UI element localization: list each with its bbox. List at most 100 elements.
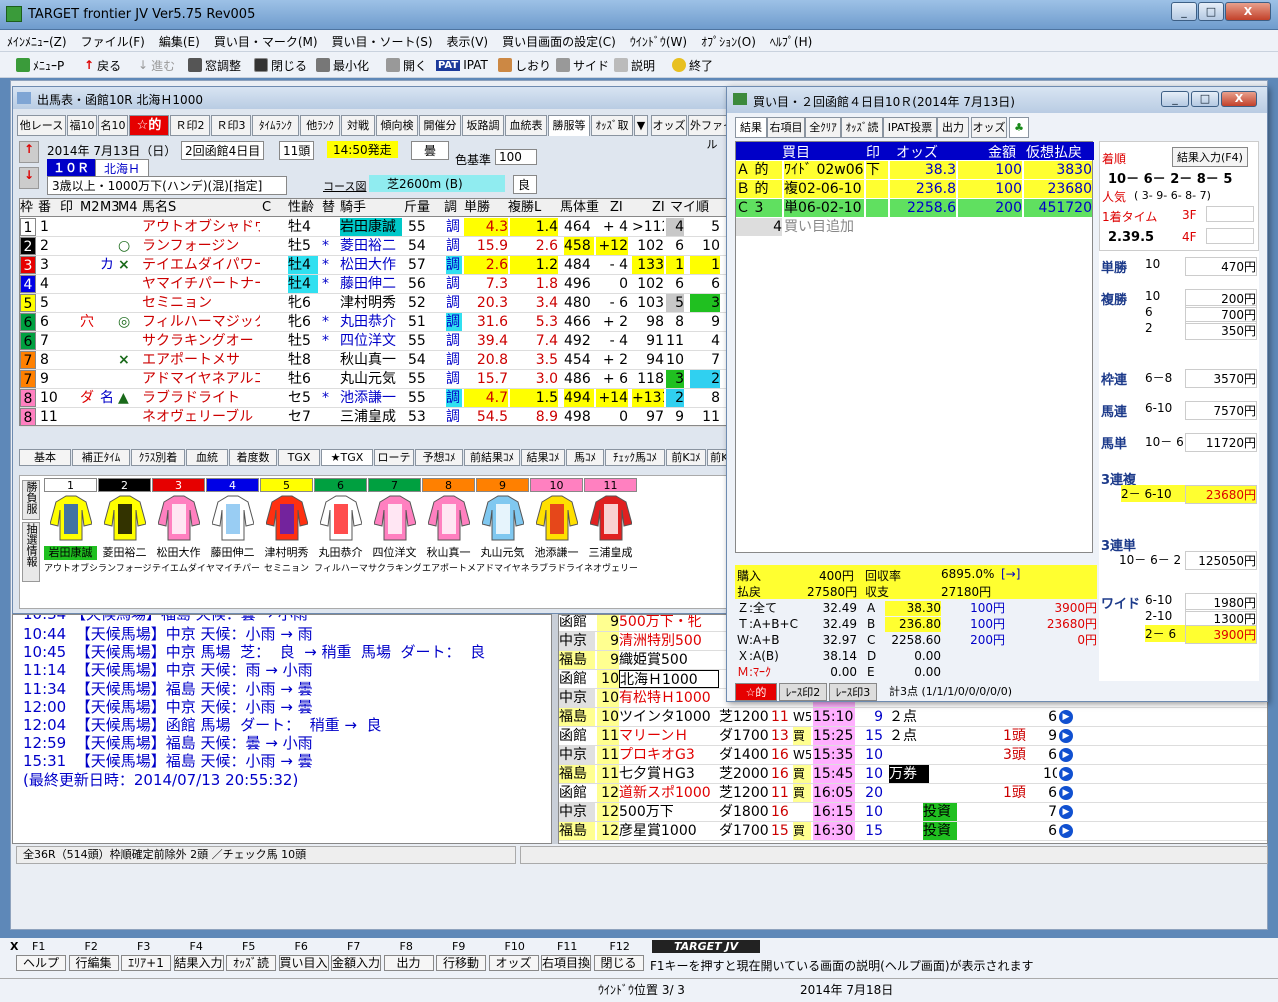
fkey-close-x[interactable]: X: [10, 940, 18, 953]
horse-name-cell[interactable]: フィルハーマジック: [142, 313, 260, 331]
bet-tool-read-odds[interactable]: ｵｯｽﾞ読: [841, 117, 883, 138]
tab-chukyo10[interactable]: 名10: [98, 115, 128, 136]
menu-bet-sort[interactable]: 買い目・ソート(S): [325, 30, 440, 50]
fkey-button[interactable]: 結果入力: [173, 955, 224, 971]
fkey-button[interactable]: 買い目入: [278, 955, 329, 971]
open-button[interactable]: 開く: [386, 56, 427, 74]
bet-minimize-button[interactable]: _: [1161, 91, 1189, 107]
tab-fukushima10[interactable]: 福10: [67, 115, 97, 136]
menu-file[interactable]: ファイル(F): [74, 30, 152, 50]
play-icon[interactable]: ▶: [1059, 729, 1073, 743]
tab-race-mark2[interactable]: Ｒ印2: [170, 115, 210, 136]
table-row[interactable]: 8 11 ネオヴェリーブル セ7 三浦皇成 53 調 54.5 8.9 498 0 97 9 11: [20, 408, 732, 427]
fkey-button[interactable]: 行移動: [436, 955, 486, 971]
fkey-button[interactable]: オッズ: [488, 955, 539, 971]
bottom-tab-2[interactable]: ｸﾗｽ別着: [131, 449, 185, 466]
side-tab-silks[interactable]: 勝負服: [22, 480, 40, 520]
bet-tool-odds[interactable]: オッズ: [971, 117, 1007, 138]
forward-button[interactable]: ↓ 進む: [138, 56, 175, 74]
minimize-button[interactable]: _: [1171, 2, 1197, 21]
bottom-tab-8[interactable]: 予想ｺﾒ: [415, 449, 463, 466]
bet-tool-result[interactable]: 結果: [735, 117, 767, 138]
tab-slope[interactable]: 坂路調: [462, 115, 504, 136]
horse-name-cell[interactable]: アウトオブシャドウ: [142, 218, 260, 236]
fkey-button[interactable]: 金額入力: [331, 955, 381, 971]
bet-row[interactable]: 4 買い目追加: [736, 218, 1094, 237]
horse-name-cell[interactable]: ラブラドライト: [142, 389, 260, 407]
fkey-button[interactable]: 出力: [383, 955, 434, 971]
horse-name-cell[interactable]: サクラキングオー: [142, 332, 260, 350]
table-row[interactable]: 6 6 穴 ◎ フィルハーマジック 牝6 * 丸田恭介 51 調 31.6 5.3 466 + 2 98 8 9: [20, 313, 732, 332]
bookmark-button[interactable]: しおり: [498, 56, 551, 74]
bet-tool-clear-all[interactable]: 全ｸﾘｱ: [805, 117, 841, 138]
table-row[interactable]: 11 アウトオブシャドウ 牡4 岩田康誠 55 調4.31.4 464 + 4>1124 5: [20, 218, 732, 237]
tab-time-rank[interactable]: ﾀｲﾑﾗﾝｸ: [252, 115, 299, 136]
bet-close-button[interactable]: X: [1221, 91, 1257, 107]
fkey-button[interactable]: ｵｯｽﾞ読: [226, 955, 276, 971]
tab-other-rank[interactable]: 他ﾗﾝｸ: [300, 115, 340, 136]
horse-name-cell[interactable]: アドマイヤネアルコ: [142, 370, 260, 388]
bottom-tab-6[interactable]: ★TGX: [321, 449, 373, 466]
table-row[interactable]: 810ダ名▲ラブラドライトセ5*池添謙一55調4.71.5494+14+1312…: [20, 389, 732, 408]
play-icon[interactable]: ▶: [1059, 824, 1073, 838]
tab-odds[interactable]: オッズ: [651, 115, 687, 136]
side-tab-lottery[interactable]: 抽選情報: [22, 522, 40, 582]
fkey-button[interactable]: 閉じる: [593, 955, 644, 971]
back-button[interactable]: ↑ 戻る: [84, 56, 121, 74]
play-icon[interactable]: ▶: [1059, 786, 1073, 800]
race-list-row[interactable]: 函館 12 道新スポ1000 芝1200 11 買 16:05 20 1頭 6 ▶: [559, 784, 1267, 803]
table-row[interactable]: 3 3 カ × テイエムダイパワー 牡4 * 松田大作 57 調 2.6 1.2 484- 4 133 1 1: [20, 256, 732, 275]
return-rate-link[interactable]: [→]: [1001, 567, 1020, 581]
menu-edit[interactable]: 編集(E): [152, 30, 207, 50]
tab-other-race[interactable]: 他レース: [17, 115, 66, 136]
menu-bet-mark[interactable]: 買い目・マーク(M): [207, 30, 325, 50]
bottom-tab-7[interactable]: ローテ: [374, 449, 414, 466]
bet-tool-people[interactable]: ♣: [1009, 117, 1029, 138]
menu-view[interactable]: 表示(V): [440, 30, 496, 50]
bottom-tab-11[interactable]: 馬ｺﾒ: [566, 449, 604, 466]
bottom-tab-12[interactable]: ﾁｪｯｸ馬ｺﾒ: [605, 449, 665, 466]
fkey-button[interactable]: ヘルプ: [16, 955, 66, 971]
result-input-button[interactable]: 結果入力(F4): [1172, 147, 1248, 167]
window-adjust-button[interactable]: 窓調整: [188, 56, 241, 74]
horse-name-cell[interactable]: テイエムダイパワー: [142, 256, 260, 274]
horse-name-cell[interactable]: エアポートメサ: [142, 351, 260, 369]
bottom-tab-3[interactable]: 血統: [186, 449, 228, 466]
tab-dropdown[interactable]: ▼: [634, 115, 648, 136]
race-list-row[interactable]: 函館 11 マリーンＨ ダ1700 13 買 15:25 15 ２点 1頭 9 ▶: [559, 727, 1267, 746]
bottom-tab-1[interactable]: 補正ﾀｲﾑ: [72, 449, 130, 466]
bet-row[interactable]: Ｃ 3 単06-02-10 2258.6 200 451720: [736, 199, 1094, 218]
race-list-row[interactable]: 福島 10 ツインタ1000 芝1200 11 W5 15:10 9 ２点 6 ▶: [559, 708, 1267, 727]
bottom-tab-13[interactable]: 前Kｺﾒ: [666, 449, 706, 466]
horse-name-cell[interactable]: ヤマイチパートナー: [142, 275, 260, 293]
explain-button[interactable]: 説明: [614, 56, 655, 74]
bet-row[interactable]: Ａ 的ﾜｲﾄﾞ 02w06 下 38.3 100 3830: [736, 161, 1094, 180]
play-icon[interactable]: ▶: [1059, 748, 1073, 762]
next-race-button[interactable]: ↓: [19, 167, 39, 189]
tab-odds-get[interactable]: ｵｯｽﾞ取: [591, 115, 633, 136]
race-list-row[interactable]: 中京 11 プロキオG3 ダ1400 16 W5 15:35 10 3頭 6 ▶: [559, 746, 1267, 765]
color-base-input[interactable]: 100: [495, 149, 537, 165]
bottom-tab-5[interactable]: TGX: [278, 449, 320, 466]
menu-bet-settings[interactable]: 買い目画面の設定(C): [495, 30, 623, 50]
bottom-tab-4[interactable]: 着度数: [229, 449, 277, 466]
play-icon[interactable]: ▶: [1059, 710, 1073, 724]
menu-p-button[interactable]: ﾒﾆｭｰP: [16, 56, 64, 74]
menu-options[interactable]: ｵﾌﾟｼｮﾝ(O): [694, 30, 763, 50]
bet-tab-mark3[interactable]: ﾚｰｽ印3: [829, 683, 877, 701]
bottom-tab-10[interactable]: 結果ｺﾒ: [521, 449, 565, 466]
course-map-link[interactable]: コース図: [323, 178, 366, 194]
fkey-button[interactable]: ｴﾘｱ+1: [121, 955, 171, 971]
tab-pedigree[interactable]: 血統表: [505, 115, 547, 136]
bet-tab-star[interactable]: ☆的: [735, 683, 777, 701]
horse-name-cell[interactable]: ネオヴェリーブル: [142, 408, 260, 426]
bottom-tab-9[interactable]: 前結果ｺﾒ: [464, 449, 520, 466]
bottom-tab-0[interactable]: 基本: [19, 449, 71, 466]
table-row[interactable]: 7 8 × エアポートメサ 牡8 秋山真一 54 調 20.8 3.5 454 + 2 94 10 7: [20, 351, 732, 370]
table-row[interactable]: 2 2 ○ ランフォージン 牡5 * 菱田裕二 54 調 15.9 2.6 458 +12 102 6 10: [20, 237, 732, 256]
menu-window[interactable]: ｳｲﾝﾄﾞｳ(W): [623, 30, 694, 50]
play-icon[interactable]: ▶: [1059, 805, 1073, 819]
bet-tool-ipat[interactable]: IPAT投票: [883, 117, 937, 138]
tab-match[interactable]: 対戦: [341, 115, 375, 136]
bet-tool-output[interactable]: 出力: [937, 117, 969, 138]
